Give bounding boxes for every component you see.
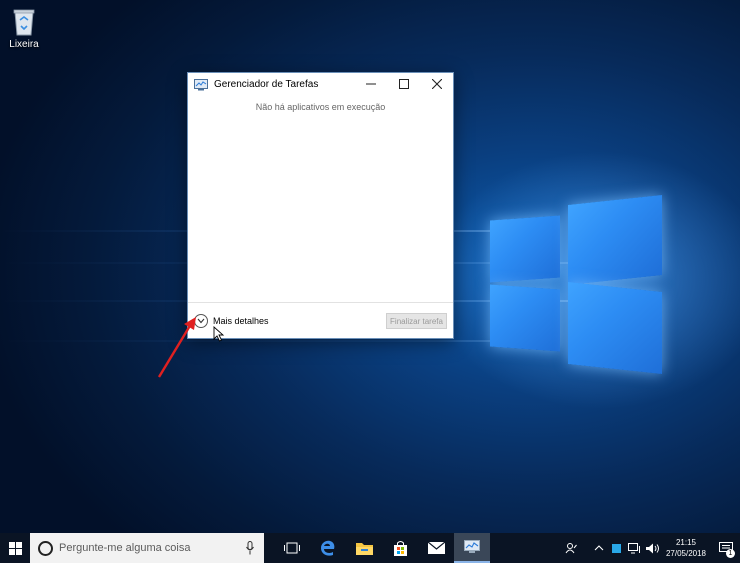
mail-icon (427, 542, 445, 554)
mail-button[interactable] (418, 533, 454, 563)
window-footer: Mais detalhes Finalizar tarefa (188, 302, 453, 338)
task-manager-icon (194, 78, 208, 91)
light-beam (0, 340, 560, 342)
show-hidden-icons-button[interactable] (591, 533, 607, 563)
people-button[interactable] (563, 533, 579, 563)
desktop-icon-recycle-bin[interactable]: Lixeira (4, 6, 44, 50)
notification-count-badge: 1 (726, 549, 735, 558)
search-box[interactable]: Pergunte-me alguma coisa (30, 533, 264, 563)
maximize-icon (398, 79, 409, 89)
mouse-cursor-icon (213, 326, 225, 342)
task-manager-icon (464, 540, 480, 553)
store-icon (393, 540, 407, 556)
tray-app-icon (612, 543, 622, 553)
empty-apps-message: Não há aplicativos em execução (255, 102, 386, 112)
edge-button[interactable] (310, 533, 346, 563)
file-explorer-icon (355, 543, 373, 555)
volume-icon (645, 543, 659, 553)
people-icon (565, 543, 577, 554)
windows-start-icon (8, 541, 22, 555)
chevron-up-icon (594, 545, 604, 551)
task-view-button[interactable] (274, 533, 310, 563)
recycle-bin-icon (11, 6, 37, 36)
clock-date: 27/05/2018 (665, 549, 706, 558)
title-bar[interactable]: Gerenciador de Tarefas (188, 73, 453, 95)
store-button[interactable] (382, 533, 418, 563)
end-task-button[interactable]: Finalizar tarefa (386, 313, 447, 329)
window-title: Gerenciador de Tarefas (214, 78, 319, 90)
task-view-icon (284, 542, 300, 554)
taskbar: Pergunte-me alguma coisa 21:15 27/05/201… (0, 533, 740, 563)
file-explorer-button[interactable] (346, 533, 382, 563)
search-placeholder: Pergunte-me alguma coisa (59, 542, 191, 554)
minimize-button[interactable] (354, 73, 387, 95)
more-details-label: Mais detalhes (213, 315, 269, 326)
volume-button[interactable] (645, 533, 661, 563)
microphone-icon[interactable] (246, 541, 254, 555)
task-manager-window[interactable]: Gerenciador de Tarefas Não há aplicativo… (187, 72, 454, 339)
clock-time: 21:15 (675, 538, 696, 547)
close-icon (431, 79, 442, 89)
start-button[interactable] (0, 533, 30, 563)
maximize-button[interactable] (387, 73, 420, 95)
taskbar-task-manager-button[interactable] (454, 533, 490, 563)
clock[interactable]: 21:15 27/05/2018 (666, 537, 706, 559)
more-details-button[interactable]: Mais detalhes (194, 313, 269, 328)
network-icon (628, 542, 641, 553)
annotation-arrow (157, 317, 196, 378)
network-button[interactable] (627, 533, 643, 563)
edge-icon (321, 540, 335, 556)
cortana-icon (38, 540, 53, 556)
minimize-icon (365, 83, 376, 85)
tray-app-button[interactable] (609, 533, 625, 563)
close-button[interactable] (420, 73, 453, 95)
action-center-button[interactable]: 1 (712, 533, 740, 563)
recycle-bin-label: Lixeira (9, 39, 39, 50)
system-tray: 21:15 27/05/2018 1 (562, 533, 740, 563)
